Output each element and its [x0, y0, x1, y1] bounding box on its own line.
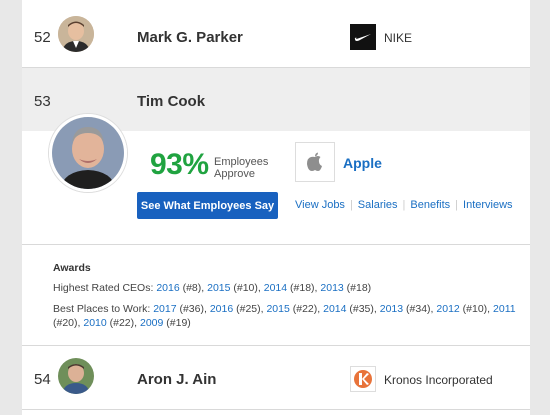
salaries-link[interactable]: Salaries [358, 199, 398, 211]
avatar [49, 114, 127, 192]
approval-label-line-1: Employees [214, 156, 269, 168]
ceo-row-54[interactable]: 54 Aron J. Ain Kronos Incorporated [22, 346, 530, 410]
award-year-link[interactable]: 2011 [493, 303, 516, 315]
apple-icon [307, 152, 322, 171]
see-what-employees-say-button[interactable]: See What Employees Say [137, 192, 278, 219]
awards-heading: Awards [53, 262, 91, 274]
award-year-link[interactable]: 2013 [320, 282, 343, 294]
award-rank: (#25), [233, 303, 264, 315]
award-year-link[interactable]: 2016 [156, 282, 179, 294]
approval-label-line-2: Approve [214, 168, 255, 180]
award-rank: (#34), [403, 303, 434, 315]
rank: 54 [34, 371, 51, 388]
approval-label: Employees Approve [214, 156, 268, 180]
award-rank: (#19) [163, 317, 191, 329]
company-name[interactable]: NIKE [384, 31, 412, 45]
award-rank: (#18), [287, 282, 318, 294]
ceo-list: 52 Mark G. Parker NIKE 53 Tim Cook 93% E… [22, 0, 530, 415]
award-rank: (#22), [106, 317, 138, 329]
rank: 52 [34, 29, 51, 46]
award-rank: (#18) [343, 282, 372, 294]
separator: | [349, 199, 353, 211]
nike-logo[interactable] [350, 24, 376, 50]
company-links: View Jobs | Salaries | Benefits | Interv… [295, 199, 513, 211]
ceo-row-52[interactable]: 52 Mark G. Parker NIKE [22, 0, 530, 68]
apple-logo[interactable] [295, 142, 335, 182]
award-year-link[interactable]: 2017 [153, 303, 176, 315]
avatar [58, 16, 94, 52]
company-name[interactable]: Kronos Incorporated [384, 373, 493, 387]
award-rank: (#35), [346, 303, 377, 315]
award-year-link[interactable]: 2016 [210, 303, 233, 315]
award-rank: (#20), [53, 317, 81, 329]
award-year-link[interactable]: 2010 [83, 317, 106, 329]
award-rank: (#36), [176, 303, 207, 315]
award-year-link[interactable]: 2009 [140, 317, 163, 329]
avatar [58, 358, 94, 394]
rank: 53 [34, 93, 51, 110]
kronos-logo[interactable] [350, 366, 376, 392]
award-rank: (#22), [289, 303, 321, 315]
award-year-link[interactable]: 2015 [266, 303, 289, 315]
ceo-name[interactable]: Mark G. Parker [137, 29, 243, 46]
award-rank: (#10), [459, 303, 491, 315]
company-name-link[interactable]: Apple [343, 155, 382, 171]
approval-percent: 93% [150, 148, 209, 181]
awards-label: Best Places to Work: [53, 303, 151, 315]
ceo-name[interactable]: Aron J. Ain [137, 371, 216, 388]
kronos-icon [354, 370, 372, 388]
award-rank: (#8), [179, 282, 205, 294]
nike-swoosh-icon [354, 34, 371, 41]
divider [22, 244, 530, 245]
benefits-link[interactable]: Benefits [410, 199, 450, 211]
interviews-link[interactable]: Interviews [463, 199, 513, 211]
award-rank: (#10), [230, 282, 261, 294]
award-year-link[interactable]: 2012 [436, 303, 459, 315]
highest-rated-ceos-awards: Highest Rated CEOs: 2016 (#8), 2015 (#10… [53, 281, 523, 295]
award-year-link[interactable]: 2014 [323, 303, 346, 315]
award-year-link[interactable]: 2013 [380, 303, 403, 315]
view-jobs-link[interactable]: View Jobs [295, 199, 345, 211]
separator: | [455, 199, 459, 211]
best-places-to-work-awards: Best Places to Work: 2017 (#36), 2016 (#… [53, 302, 523, 330]
award-year-link[interactable]: 2015 [207, 282, 230, 294]
award-year-link[interactable]: 2014 [264, 282, 287, 294]
awards-label: Highest Rated CEOs: [53, 282, 154, 294]
separator: | [402, 199, 406, 211]
ceo-name[interactable]: Tim Cook [137, 93, 205, 110]
